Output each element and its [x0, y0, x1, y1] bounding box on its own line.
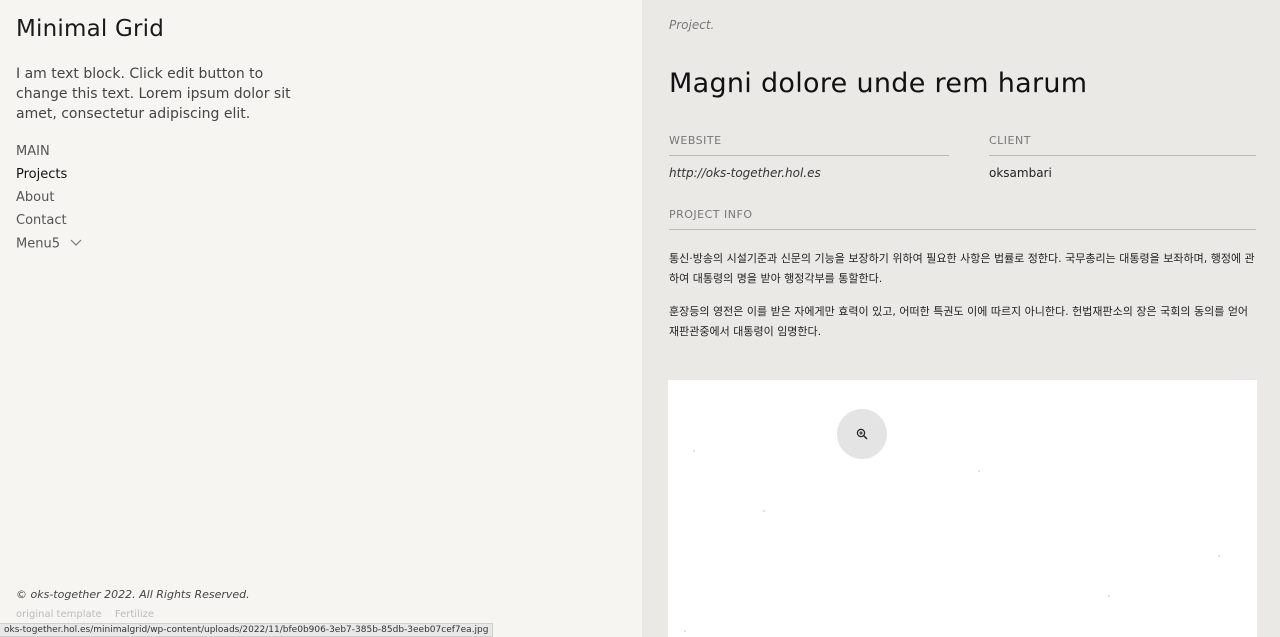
website-link[interactable]: http://oks-together.hol.es	[669, 166, 821, 180]
nav-item-menu5-label: Menu5	[16, 236, 60, 252]
main-nav: MAIN Projects About Contact Menu5	[16, 143, 82, 258]
project-kicker: Project.	[669, 18, 715, 32]
footer-credit-text: original template	[16, 609, 102, 620]
footer-credit: original template Fertilize	[16, 609, 164, 620]
nav-item-projects[interactable]: Projects	[16, 166, 82, 189]
intro-text: I am text block. Click edit button to ch…	[16, 66, 291, 122]
client-label: CLIENT	[989, 134, 1256, 156]
project-info-label: PROJECT INFO	[669, 208, 1256, 230]
project-title: Magni dolore unde rem harum	[669, 68, 1088, 99]
project-image[interactable]	[668, 380, 1257, 637]
project-info-paragraph: 훈장등의 영전은 이를 받은 자에게만 효력이 있고, 어떠한 특권도 이에 따…	[669, 305, 1249, 338]
status-bar-url: oks-together.hol.es/minimalgrid/wp-conte…	[0, 623, 494, 637]
footer-copyright: © oks-together 2022. All Rights Reserved…	[16, 588, 250, 601]
chevron-down-icon[interactable]	[70, 235, 82, 253]
project-detail: Project. Magni dolore unde rem harum WEB…	[642, 0, 1280, 637]
website-label: WEBSITE	[669, 134, 949, 156]
zoom-button[interactable]	[837, 409, 887, 459]
footer-credit-link[interactable]: Fertilize	[115, 609, 154, 620]
site-title[interactable]: Minimal Grid	[16, 16, 164, 42]
sidebar: Minimal Grid I am text block. Click edit…	[0, 0, 642, 637]
zoom-in-icon	[856, 425, 868, 444]
project-info-paragraph: 통신·방송의 시설기준과 신문의 기능을 보장하기 위하여 필요한 사항은 법률…	[669, 252, 1255, 285]
nav-item-contact[interactable]: Contact	[16, 212, 82, 235]
nav-item-menu5[interactable]: Menu5	[16, 235, 82, 258]
nav-item-main[interactable]: MAIN	[16, 143, 82, 166]
client-value: oksambari	[989, 166, 1052, 180]
nav-item-about[interactable]: About	[16, 189, 82, 212]
